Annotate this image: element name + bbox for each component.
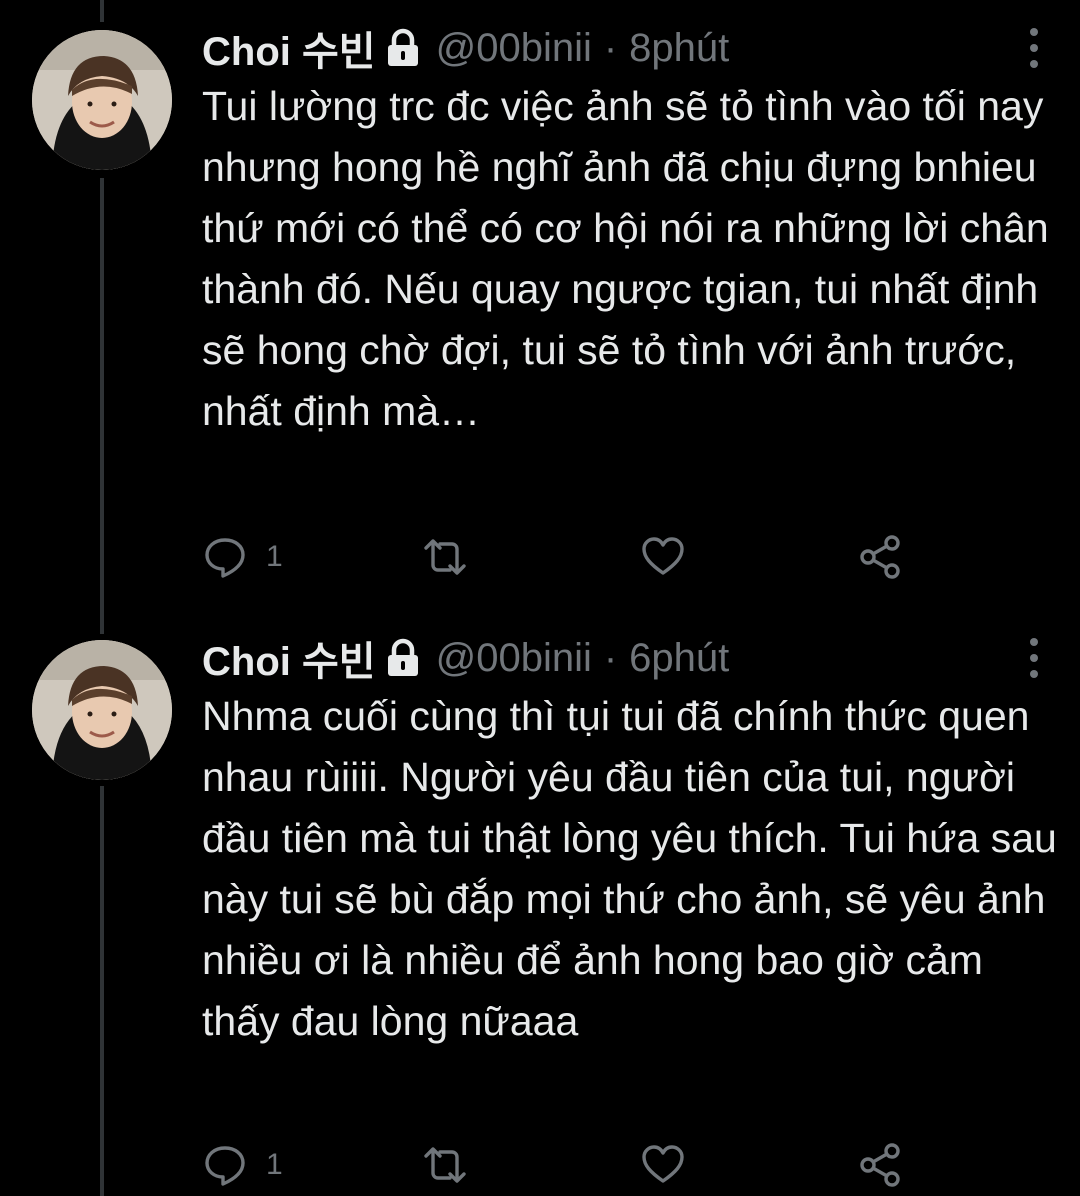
reply-count: 1 [266,540,283,573]
share-button[interactable] [858,1140,904,1190]
retweet-icon [424,1147,466,1183]
more-icon[interactable] [1024,26,1044,70]
retweet-button[interactable] [420,532,470,582]
tweet-header: Choi 수빈 @00binii · 6phút [202,628,729,688]
share-icon [860,1143,900,1187]
avatar[interactable] [32,30,172,170]
share-button[interactable] [858,532,904,582]
timestamp[interactable]: 6phút [629,636,729,681]
timestamp[interactable]: 8phút [629,26,729,71]
tweet-header: Choi 수빈 @00binii · 8phút [202,18,729,78]
like-icon [642,537,684,575]
reply-count: 1 [266,1148,283,1181]
tweet-text: Nhma cuối cùng thì tụi tui đã chính thức… [202,693,1057,1044]
tweet-text: Tui lường trc đc việc ảnh sẽ tỏ tình vào… [202,83,1049,434]
reply-button[interactable]: 1 [202,532,283,582]
reply-icon [205,538,245,578]
user-handle[interactable]: @00binii [436,26,592,71]
lock-icon [387,28,418,66]
tweet[interactable]: Choi 수빈 @00binii · 6phút Nhma cuối cùng … [0,628,1080,1196]
like-button[interactable] [640,532,686,582]
user-handle[interactable]: @00binii [436,636,592,681]
lock-icon [387,638,418,676]
reply-button[interactable]: 1 [202,1140,283,1190]
separator-dot: · [603,635,618,680]
retweet-icon [424,539,466,575]
separator-dot: · [603,25,618,70]
retweet-button[interactable] [420,1140,470,1190]
like-button[interactable] [640,1140,686,1190]
avatar[interactable] [32,640,172,780]
tweet-actions: 1 [202,1140,922,1190]
display-name[interactable]: Choi 수빈 [202,19,376,77]
more-icon[interactable] [1024,636,1044,680]
display-name[interactable]: Choi 수빈 [202,629,376,687]
like-icon [642,1145,684,1183]
reply-icon [205,1146,245,1186]
tweet-actions: 1 [202,532,922,582]
tweet[interactable]: Choi 수빈 @00binii · 8phút Tui lường trc đ… [0,18,1080,598]
share-icon [860,535,900,579]
